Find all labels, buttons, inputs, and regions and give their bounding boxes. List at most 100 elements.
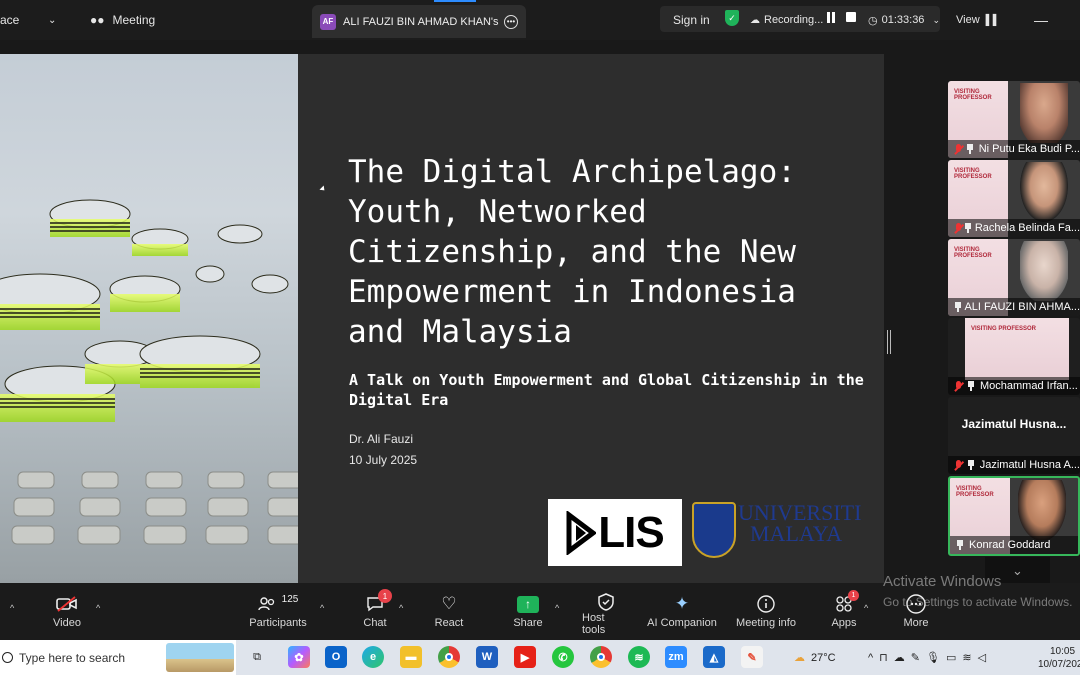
ai-companion-button[interactable]: ✦ AI Companion [647, 591, 717, 636]
slide-title: The Digital Archipelago: Youth, Networke… [348, 154, 796, 350]
security-shield-icon[interactable]: ✓ [725, 10, 739, 26]
file-explorer-icon[interactable]: ▬ [400, 646, 422, 668]
apps-label: Apps [831, 617, 857, 629]
meeting-label: Meeting [112, 13, 156, 27]
chevron-up-icon[interactable]: ^ [555, 603, 559, 613]
participant-tile[interactable]: Jazimatul Husna... Jazimatul Husna A... [948, 397, 1080, 474]
apps-button[interactable]: 1 Apps [830, 590, 859, 636]
chat-label: Chat [363, 617, 387, 629]
chevron-down-icon[interactable]: ⌄ [48, 0, 56, 40]
clock[interactable]: 10:05 10/07/2025 [1038, 640, 1080, 675]
more-options-icon[interactable]: ••• [504, 14, 518, 29]
activate-windows-title: Activate Windows [883, 573, 1002, 590]
lis-logo: LIS [548, 499, 682, 566]
host-tools-button[interactable]: Host tools [582, 591, 630, 636]
participant-tile[interactable]: VISITING PROFESSOR Ni Putu Eka Budi P... [948, 81, 1080, 158]
share-icon: ↑ [517, 591, 539, 617]
pin-icon [967, 460, 975, 470]
edge-icon[interactable]: e [362, 646, 384, 668]
whatsapp-icon[interactable]: ✆ [552, 646, 574, 668]
paint-icon[interactable]: ✎ [741, 646, 763, 668]
react-button[interactable]: ♡ React [434, 591, 464, 636]
share-screen-button[interactable]: ↑ Share [512, 591, 544, 636]
participant-name-bar: Rachela Belinda Fa... [948, 219, 1080, 237]
participant-name-bar: Jazimatul Husna A... [948, 456, 1080, 474]
participant-tile[interactable]: VISITING PROFESSOR Rachela Belinda Fa... [948, 160, 1080, 237]
pause-recording-icon[interactable] [826, 12, 837, 23]
participant-tile[interactable]: VISITING PROFESSOR Mochammad Irfan... [948, 318, 1080, 395]
task-view-icon[interactable]: ⧉ [246, 646, 268, 668]
pin-icon [967, 381, 975, 391]
shield-icon [598, 591, 614, 612]
chevron-up-icon[interactable]: ^ [96, 603, 100, 613]
pin-icon [956, 540, 964, 550]
workspace-label[interactable]: ace [0, 0, 19, 40]
resize-handle[interactable] [887, 330, 891, 354]
share-label: Share [513, 617, 543, 629]
chevron-up-icon[interactable]: ^ [864, 603, 868, 613]
participant-name: Jazimatul Husna A... [979, 459, 1080, 471]
participant-tile[interactable]: VISITING PROFESSOR ALI FAUZI BIN AHMA... [948, 239, 1080, 316]
sign-in-button[interactable]: Sign in [673, 0, 710, 40]
weather-icon: ☁ [794, 652, 805, 664]
archipelago-illustration [0, 199, 298, 545]
temperature: 27°C [811, 651, 836, 664]
video-label: Video [53, 617, 81, 629]
chevron-up-icon[interactable]: ^ [320, 603, 324, 613]
stop-recording-icon[interactable] [846, 12, 856, 22]
zoom-icon[interactable]: zm [665, 646, 687, 668]
view-button[interactable]: View ▌▌ [956, 0, 1000, 40]
poster-tag: VISITING PROFESSOR [954, 247, 992, 259]
search-highlight-image [166, 643, 234, 672]
chat-icon: 1 [366, 589, 392, 617]
pin-icon [954, 302, 962, 312]
view-label: View [956, 14, 980, 26]
meeting-timer[interactable]: ◷ 01:33:36 ⌄ [868, 0, 940, 40]
chevron-up-icon[interactable]: ^ [399, 603, 403, 613]
chevron-up-icon[interactable]: ^ [10, 603, 14, 613]
grid-icon: ▌▌ [985, 14, 1000, 26]
meeting-tab[interactable]: ●● Meeting [90, 0, 155, 40]
system-tray-icons[interactable]: ^ ⊓ ☁ ✎ 🎙 ▭ ≋ ◁ [868, 640, 992, 675]
weather-widget[interactable]: ☁ 27°C [794, 640, 836, 675]
recording-status[interactable]: ☁ Recording... [750, 0, 823, 40]
people-icon: ●● [90, 13, 105, 27]
onedrive-icon: ☁ [893, 652, 911, 664]
photos-icon[interactable]: ◭ [703, 646, 725, 668]
clock-time: 10:05 [1050, 645, 1076, 657]
chat-button[interactable]: 1 Chat [362, 589, 392, 636]
word-icon[interactable]: W [476, 646, 498, 668]
screen-share-tab[interactable]: AF ALI FAUZI BIN AHMAD KHAN's sc ••• [312, 5, 526, 38]
slide-illustration [0, 54, 298, 583]
sign-in-label: Sign in [673, 13, 710, 27]
wifi-icon: ≋ [962, 652, 978, 664]
participant-name-bar: Ni Putu Eka Budi P... [948, 140, 1080, 158]
participant-video [1020, 241, 1068, 301]
participant-tile-active-speaker[interactable]: VISITING PROFESSOR Konrad Goddard [948, 476, 1080, 556]
activate-windows-subtitle: Go to Settings to activate Windows. [883, 595, 1073, 609]
outlook-icon[interactable]: O [325, 646, 347, 668]
meeting-info-label: Meeting info [736, 617, 796, 629]
video-off-icon [56, 591, 78, 617]
taskbar-search[interactable]: Type here to search [0, 640, 236, 675]
meeting-info-button[interactable]: Meeting info [735, 591, 797, 636]
more-label: More [903, 617, 929, 629]
participants-button[interactable]: 125 Participants [249, 591, 306, 636]
participant-name: Konrad Goddard [969, 539, 1051, 551]
video-button[interactable]: Video [50, 591, 84, 636]
mic-muted-icon [953, 143, 963, 155]
participant-name: ALI FAUZI BIN AHMA... [964, 301, 1080, 313]
ai-companion-label: AI Companion [647, 617, 717, 629]
poster-tag: VISITING PROFESSOR [971, 326, 1037, 332]
spotify-icon[interactable]: ≋ [628, 646, 650, 668]
chrome-icon[interactable] [438, 646, 460, 668]
info-icon [757, 591, 775, 617]
um-text-line2: MALAYA [750, 521, 843, 546]
host-tools-label: Host tools [582, 612, 606, 636]
poster-thumbnail: VISITING PROFESSOR [965, 318, 1069, 380]
minimize-icon[interactable]: — [1034, 0, 1048, 40]
copilot-icon[interactable]: ✿ [288, 646, 310, 668]
participants-count: 125 [281, 593, 299, 605]
chrome-profile-icon[interactable] [590, 646, 612, 668]
youtube-icon[interactable]: ▶ [514, 646, 536, 668]
